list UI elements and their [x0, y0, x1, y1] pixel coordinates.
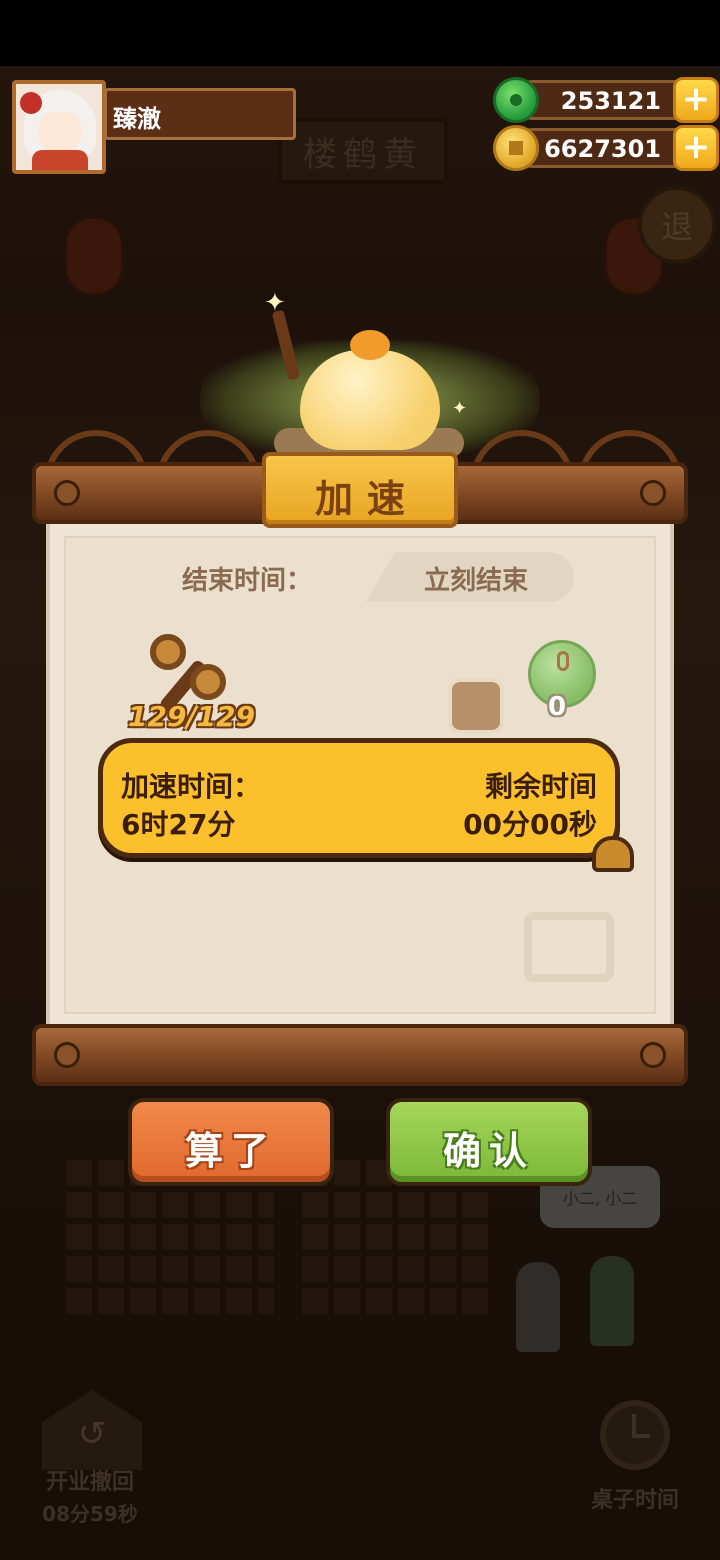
sparkle-icon: ✦ — [452, 398, 468, 419]
dialog-title: 加速 — [314, 477, 419, 521]
end-time-label: 结束时间： — [182, 566, 313, 596]
player-name: 臻澈 — [113, 105, 161, 133]
jade-currency: 253121 + — [493, 77, 719, 123]
sparkle-icon: ✦ — [264, 288, 286, 318]
avatar[interactable] — [12, 80, 106, 174]
dialog-title-tab: 加速 — [262, 452, 458, 528]
confirm-button[interactable]: 确认 — [386, 1098, 592, 1186]
add-coin-button[interactable]: + — [673, 125, 719, 171]
corner-ornament — [524, 912, 614, 982]
status-bar — [0, 0, 720, 66]
coin-icon — [493, 125, 539, 171]
jade-icon — [493, 77, 539, 123]
cancel-button[interactable]: 算了 — [128, 1098, 334, 1186]
coin-currency: 6627301 + — [493, 125, 719, 171]
end-time-value: 立刻结束 — [424, 566, 529, 596]
name-plate: 臻澈 — [104, 88, 296, 140]
empty-item-slot[interactable] — [448, 678, 504, 734]
speedup-label: 加速时间： — [121, 770, 262, 803]
confirm-button-label: 确认 — [442, 1129, 535, 1173]
jade-cost: 0 — [548, 692, 567, 722]
add-jade-button[interactable]: + — [673, 77, 719, 123]
info-box-tail — [592, 836, 634, 872]
scroll-roller-bottom — [32, 1024, 688, 1086]
cancel-button-label: 算了 — [184, 1129, 277, 1173]
jade-amount: 253121 — [560, 87, 661, 115]
avatar-bow — [20, 92, 42, 114]
chick-comb — [350, 330, 390, 360]
speedup-value: 6时27分 — [121, 808, 236, 841]
coin-amount: 6627301 — [544, 135, 661, 163]
chick-icon — [300, 350, 440, 450]
chick-mascot — [200, 300, 540, 460]
avatar-body — [32, 150, 88, 170]
remaining-label: 剩余时间 — [484, 770, 597, 803]
item-count: 129/129 — [128, 700, 256, 733]
speedup-info-box: 加速时间： 6时27分 剩余时间 00分00秒 — [98, 738, 620, 858]
remaining-value: 00分00秒 — [463, 808, 597, 841]
avatar-face — [38, 112, 82, 152]
gear-item-icon[interactable] — [146, 630, 236, 714]
